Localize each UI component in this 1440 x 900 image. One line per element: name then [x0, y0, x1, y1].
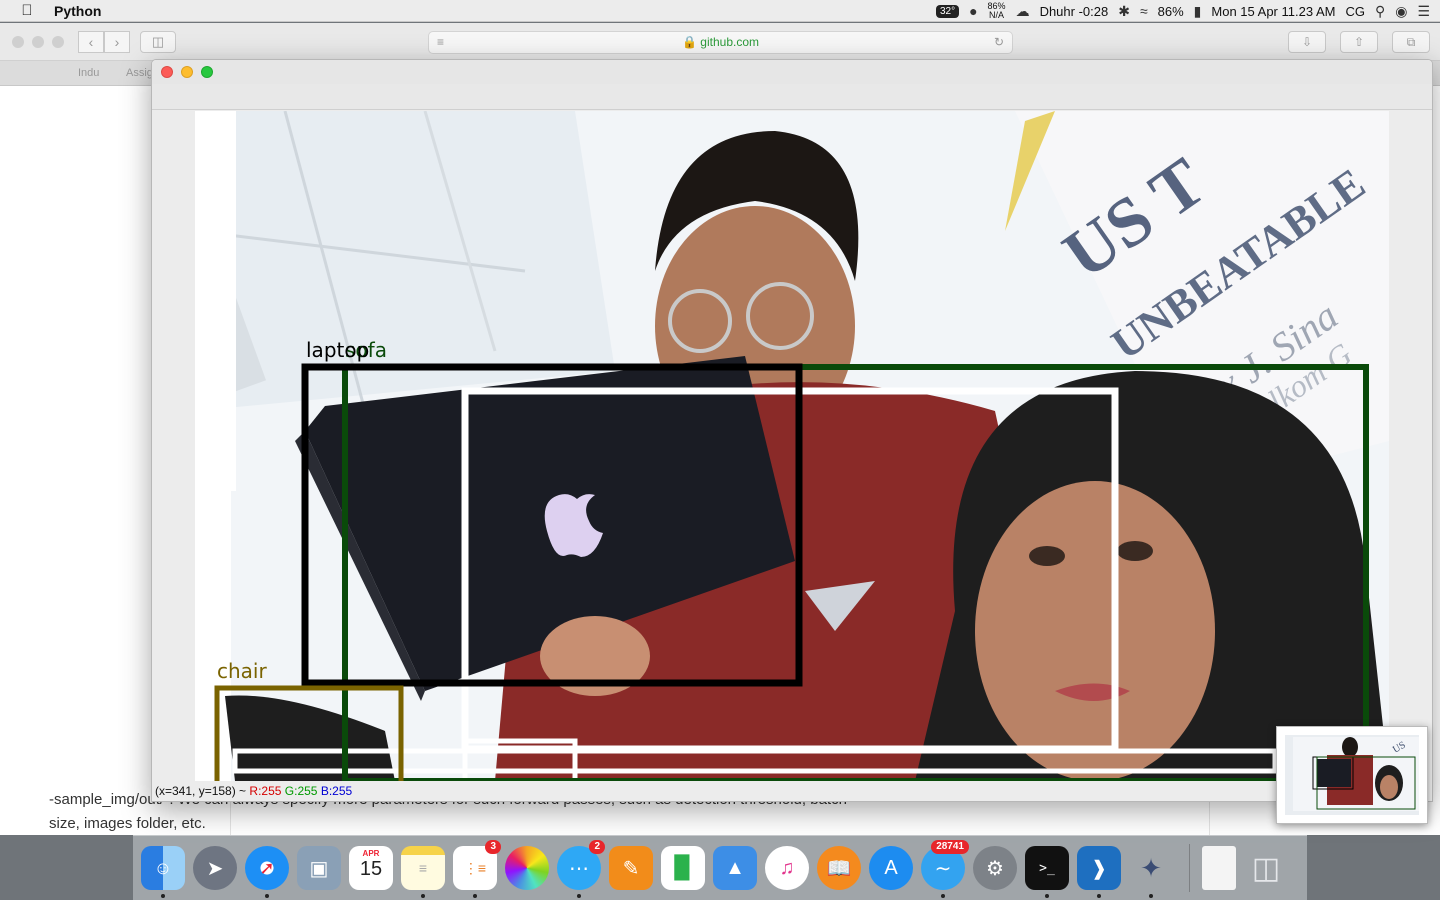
minimize-button[interactable]: [181, 66, 193, 78]
woman-eye: [1117, 541, 1153, 561]
rocket-icon[interactable]: ✦: [1129, 846, 1173, 898]
camera-frame: US T UNBEATABLE Alex J. Sina CEO Telkom …: [195, 111, 1389, 781]
close-button[interactable]: [161, 66, 173, 78]
tabs-overview-button[interactable]: ⧉: [1392, 31, 1430, 53]
battery-icon[interactable]: ▮: [1194, 3, 1202, 20]
minimize-button[interactable]: [32, 36, 44, 48]
launchpad-icon[interactable]: ➤: [193, 846, 237, 890]
terminal-icon[interactable]: >_: [1025, 846, 1069, 898]
dock-separator: [1189, 844, 1190, 892]
finder-icon[interactable]: ☺: [141, 846, 185, 898]
back-button[interactable]: ‹: [78, 31, 104, 53]
user-menu[interactable]: CG: [1345, 4, 1365, 19]
window-titlebar[interactable]: [152, 60, 1432, 84]
trash-icon[interactable]: ◫: [1244, 846, 1288, 890]
calendar-month: APR: [362, 849, 380, 858]
image-canvas[interactable]: US T UNBEATABLE Alex J. Sina CEO Telkom …: [152, 111, 1432, 781]
battery-percent[interactable]: 86%: [1158, 4, 1184, 19]
safari-toolbar: ‹ › ◫ ≡ 🔒 github.com ↻ ⇩ ⇧ ⧉: [0, 23, 1440, 61]
clock[interactable]: Mon 15 Apr 11.23 AM: [1211, 4, 1335, 19]
lock-icon: 🔒: [682, 35, 697, 49]
vscode-icon[interactable]: ❱: [1077, 846, 1121, 898]
toolbar-right: ⇩ ⇧ ⧉: [1288, 31, 1430, 53]
notes-icon[interactable]: ≡: [401, 846, 445, 898]
camera-scene: US T UNBEATABLE Alex J. Sina CEO Telkom …: [195, 111, 1389, 781]
app-menu-python[interactable]: Python: [54, 3, 101, 19]
system-preferences-icon[interactable]: ⚙: [973, 846, 1017, 890]
reminders-icon[interactable]: ⋮≡ 3: [453, 840, 501, 898]
battery-stat-bottom: N/A: [989, 10, 1005, 20]
detection-label-chair: chair: [217, 659, 267, 683]
messages-icon[interactable]: ⋯ 2: [557, 840, 605, 898]
apple-menu-icon[interactable]: : [0, 2, 54, 19]
cloud-icon[interactable]: ☁: [1016, 3, 1030, 20]
detection-label-laptop: laptop: [306, 338, 369, 362]
woman-eye: [1029, 546, 1065, 566]
preview-icon[interactable]: ▣: [297, 846, 341, 890]
numbers-icon[interactable]: ▉: [661, 846, 705, 890]
messages-badge: 2: [589, 840, 605, 854]
sidebar-toggle-button[interactable]: ◫: [140, 31, 176, 53]
menu-bar:  Python 32° ● 86% N/A ☁ Dhuhr -0:28 ✱ ≈…: [0, 0, 1440, 22]
ibooks-icon[interactable]: 📖: [817, 846, 861, 890]
news-icon[interactable]: ∼ 28741: [921, 840, 969, 898]
spotlight-search-icon[interactable]: ⚲: [1375, 3, 1385, 20]
news-badge: 28741: [931, 840, 969, 854]
cursor-coords: (x=341, y=158) ~: [155, 784, 250, 798]
reminders-badge: 3: [485, 840, 501, 854]
battery-stat-widget[interactable]: 86% N/A: [988, 2, 1006, 20]
pixel-red-value: R:255: [249, 784, 282, 798]
reload-icon[interactable]: ↻: [994, 32, 1004, 53]
forward-button[interactable]: ›: [104, 31, 130, 53]
screenshot-preview-thumbnail[interactable]: US: [1276, 726, 1428, 824]
window-controls: [161, 66, 213, 78]
pixel-status-line: (x=341, y=158) ~ R:255 G:255 B:255: [155, 784, 352, 798]
wifi-icon[interactable]: ≈: [1140, 3, 1148, 19]
thumbnail-image: US: [1277, 727, 1427, 823]
app-store-icon[interactable]: A: [869, 846, 913, 890]
bluetooth-icon[interactable]: ✱: [1118, 3, 1130, 20]
zoom-button[interactable]: [201, 66, 213, 78]
address-text: github.com: [700, 35, 759, 49]
temperature-widget[interactable]: 32°: [935, 4, 960, 18]
leaf-icon[interactable]: ●: [969, 3, 977, 19]
document-icon[interactable]: [1202, 846, 1236, 890]
notification-center-icon[interactable]: ☰: [1417, 3, 1430, 20]
tab-assig[interactable]: Assig: [126, 67, 153, 79]
pages-icon[interactable]: ✎: [609, 846, 653, 890]
itunes-icon[interactable]: ♫: [765, 846, 809, 890]
close-button[interactable]: [12, 36, 24, 48]
calendar-icon[interactable]: APR 15: [349, 846, 393, 890]
tab-indu[interactable]: Indu: [78, 67, 99, 79]
pixel-blue-value: B:255: [320, 784, 353, 798]
nav-buttons: ‹ ›: [78, 31, 130, 53]
calendar-day: 15: [359, 858, 383, 880]
siri-icon[interactable]: ◉: [1395, 3, 1407, 20]
address-bar[interactable]: ≡ 🔒 github.com ↻: [428, 31, 1013, 54]
safari-window-controls: [12, 36, 64, 48]
prayer-times-widget[interactable]: Dhuhr -0:28: [1040, 4, 1109, 19]
door-frame: [231, 111, 236, 491]
reader-icon[interactable]: ≡: [437, 32, 444, 53]
window-toolbar: [152, 84, 1432, 110]
share-button[interactable]: ⇧: [1340, 31, 1378, 53]
opencv-image-window: US T UNBEATABLE Alex J. Sina CEO Telkom …: [151, 59, 1433, 802]
woman-face: [975, 481, 1215, 781]
page-text-line: size, images folder, etc.: [49, 815, 206, 832]
dock: ☺ ➤ ➚ ▣ APR 15 ≡ ⋮≡ 3 ⋯ 2 ✎ ▉ ▲ ♫ 📖 A ∼ 287…: [133, 835, 1307, 900]
zoom-button[interactable]: [52, 36, 64, 48]
pixel-green-value: G:255: [284, 784, 318, 798]
menu-extras: 32° ● 86% N/A ☁ Dhuhr -0:28 ✱ ≈ 86% ▮ Mo…: [935, 0, 1430, 22]
photos-icon[interactable]: [505, 846, 549, 890]
downloads-button[interactable]: ⇩: [1288, 31, 1326, 53]
safari-icon[interactable]: ➚: [245, 846, 289, 898]
keynote-icon[interactable]: ▲: [713, 846, 757, 890]
